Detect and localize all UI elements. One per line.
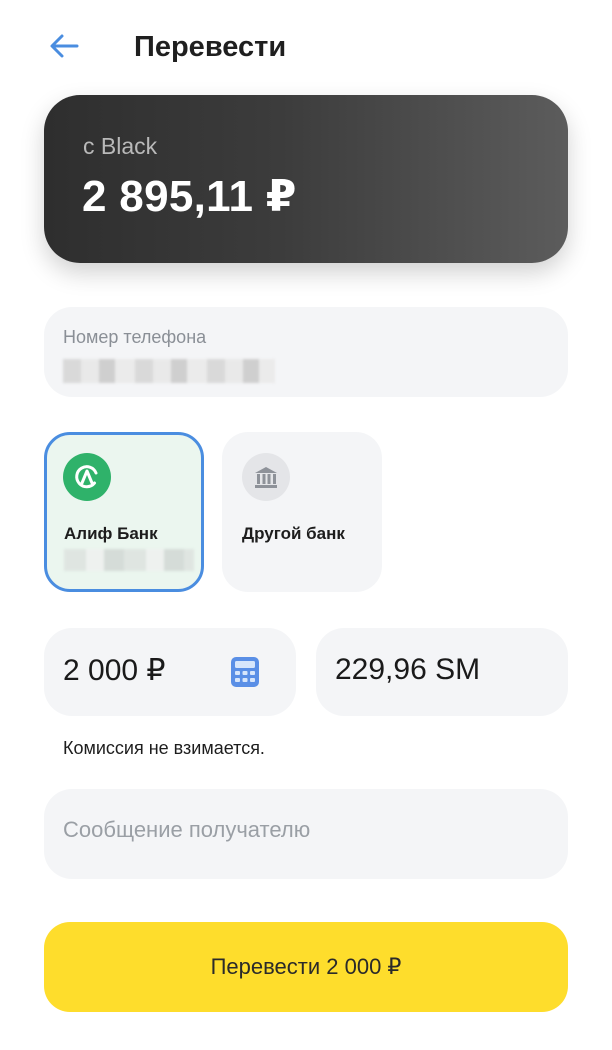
bank-option-alif[interactable]: Алиф Банк — [44, 432, 204, 592]
bank-name: Алиф Банк — [64, 524, 158, 543]
page-title: Перевести — [134, 31, 287, 63]
arrow-left-icon — [50, 34, 79, 58]
amount-field[interactable]: 2 000 ₽ — [44, 628, 296, 716]
converted-amount-field[interactable]: 229,96 SM — [316, 628, 568, 716]
back-button[interactable] — [44, 28, 84, 64]
calculator-icon — [231, 657, 259, 687]
transfer-submit-button[interactable]: Перевести 2 000 ₽ — [44, 922, 568, 1012]
phone-value-redacted — [63, 359, 275, 383]
bank-option-other[interactable]: Другой банк — [222, 432, 382, 592]
phone-label: Номер телефона — [63, 327, 207, 347]
source-account-card[interactable]: с Black 2 895,11 ₽ — [44, 95, 568, 263]
phone-field[interactable]: Номер телефона — [44, 307, 568, 397]
calculator-button[interactable] — [230, 656, 260, 688]
amount-value: 2 000 ₽ — [63, 654, 166, 687]
bank-name: Другой банк — [242, 524, 345, 543]
bank-subtitle-redacted — [64, 549, 194, 571]
message-input[interactable] — [63, 817, 543, 843]
commission-note: Комиссия не взимается. — [63, 738, 265, 758]
header: Перевести — [0, 0, 612, 95]
converted-amount-value: 229,96 SM — [335, 653, 481, 686]
alif-bank-logo-icon — [63, 453, 111, 501]
bank-building-icon — [242, 453, 290, 501]
message-field[interactable] — [44, 789, 568, 879]
account-name: с Black — [83, 133, 158, 159]
account-balance: 2 895,11 ₽ — [82, 172, 297, 221]
